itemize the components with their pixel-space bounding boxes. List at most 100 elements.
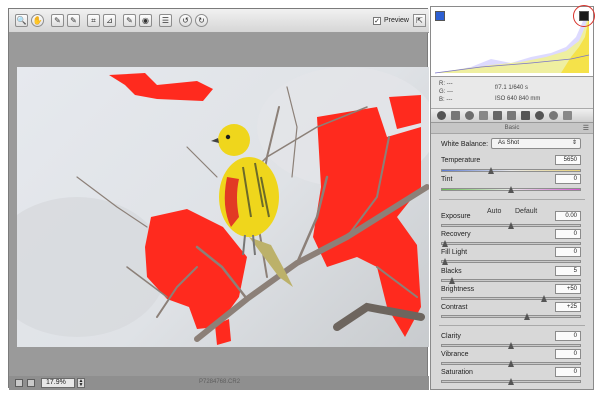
vibrance-slider[interactable] (441, 360, 581, 367)
panel-menu-icon[interactable]: ☰ (583, 124, 589, 132)
tab-lens-corrections[interactable] (507, 111, 516, 120)
default-button[interactable]: Default (515, 208, 537, 215)
zoom-tool-button[interactable]: 🔍 (15, 14, 28, 27)
statusbar: 17.9% ▲ ▼ P7284768.CR2 (9, 376, 429, 390)
preview-label: Preview (384, 17, 409, 24)
fullscreen-icon: ⇱ (416, 16, 423, 25)
white-balance-tool-button[interactable]: ✎ (51, 14, 64, 27)
clarity-slider[interactable] (441, 342, 581, 349)
recovery-field[interactable]: 0 (555, 229, 581, 239)
fullscreen-button[interactable]: ⇱ (413, 14, 426, 27)
auto-button[interactable]: Auto (487, 208, 501, 215)
temperature-field[interactable]: 5650 (555, 155, 581, 165)
recovery-slider-thumb[interactable] (442, 240, 448, 247)
tab-basic[interactable] (437, 111, 446, 120)
tab-tone-curve[interactable] (451, 111, 460, 120)
blacks-slider[interactable] (441, 277, 581, 284)
tab-presets[interactable] (549, 111, 558, 120)
contrast-slider[interactable] (441, 313, 581, 320)
fill-light-label: Fill Light (441, 249, 468, 256)
color-sampler-tool-button[interactable]: ✎ (67, 14, 80, 27)
histogram-graph (434, 13, 590, 74)
tab-detail[interactable] (465, 111, 474, 120)
color-sampler-icon: ✎ (70, 15, 77, 25)
saturation-slider-thumb[interactable] (508, 378, 514, 385)
preferences-icon: ☰ (161, 15, 170, 25)
retouch-tool-button[interactable]: ✎ (123, 14, 136, 27)
blacks-label: Blacks (441, 268, 462, 275)
clarity-field[interactable]: 0 (555, 331, 581, 341)
saturation-slider[interactable] (441, 378, 581, 385)
tab-snapshots[interactable] (563, 111, 572, 120)
zoom-level-stepper[interactable]: ▲ ▼ (77, 378, 85, 388)
clarity-label: Clarity (441, 333, 461, 340)
fill-light-field[interactable]: 0 (555, 247, 581, 257)
tint-field[interactable]: 0 (555, 174, 581, 184)
tint-label: Tint (441, 176, 453, 183)
crop-icon: ⌗ (91, 15, 96, 25)
hand-tool-button[interactable]: ✋ (31, 14, 44, 27)
saturation-field[interactable]: 0 (555, 367, 581, 377)
brightness-slider[interactable] (441, 295, 581, 302)
clarity-slider-thumb[interactable] (508, 342, 514, 349)
photo-preview[interactable] (17, 67, 429, 347)
toolbar: 🔍 ✋ ✎ ✎ ⌗ ⊿ ✎ ◉ ☰ ↺ ↻ ✓ Preview ⇱ (9, 9, 429, 33)
white-balance-select[interactable]: As Shot ⇕ (491, 138, 581, 149)
tint-slider-thumb[interactable] (508, 186, 514, 193)
panel-tabs (431, 109, 593, 123)
exposure-label: Exposure (441, 213, 471, 220)
preview-checkbox[interactable]: ✓ (373, 17, 381, 25)
pixel-readout: R: --- G: --- B: --- f/7.1 1/640 s ISO 6… (431, 77, 593, 109)
highlight-annotation-circle (573, 5, 595, 27)
tab-hsl[interactable] (479, 111, 488, 120)
preferences-button[interactable]: ☰ (159, 14, 172, 27)
contrast-field[interactable]: +25 (555, 302, 581, 312)
temperature-slider-thumb[interactable] (488, 167, 494, 174)
image-canvas-pane: 🔍 ✋ ✎ ✎ ⌗ ⊿ ✎ ◉ ☰ ↺ ↻ ✓ Preview ⇱ 17.9% … (8, 8, 429, 390)
blacks-field[interactable]: 5 (555, 266, 581, 276)
temperature-slider[interactable] (441, 167, 581, 174)
zoom-out-button[interactable] (15, 379, 23, 387)
white-balance-label: White Balance: (441, 141, 489, 148)
exposure-slider[interactable] (441, 222, 581, 229)
white-balance-icon: ✎ (54, 15, 61, 25)
shadow-clipping-warning-button[interactable] (435, 11, 445, 21)
rotate-left-button[interactable]: ↺ (179, 14, 192, 27)
zoom-level-field[interactable]: 17.9% (41, 378, 75, 388)
contrast-slider-thumb[interactable] (524, 313, 530, 320)
vibrance-label: Vibrance (441, 351, 469, 358)
brightness-label: Brightness (441, 286, 475, 293)
chevron-down-icon: ⇕ (571, 140, 577, 146)
straighten-tool-button[interactable]: ⊿ (103, 14, 116, 27)
readout-g: G: --- (439, 89, 453, 95)
section-divider (439, 199, 585, 200)
retouch-icon: ✎ (126, 15, 133, 25)
brightness-field[interactable]: +50 (555, 284, 581, 294)
camera-info-iso-focal: ISO 640 840 mm (495, 96, 541, 102)
red-eye-tool-button[interactable]: ◉ (139, 14, 152, 27)
blacks-slider-thumb[interactable] (449, 277, 455, 284)
recovery-slider[interactable] (441, 240, 581, 247)
red-eye-icon: ◉ (142, 15, 149, 25)
rotate-left-icon: ↺ (182, 15, 189, 25)
fill-light-slider-thumb[interactable] (442, 258, 448, 265)
section-divider (439, 325, 585, 326)
panel-title: Basic (504, 125, 520, 131)
tab-split-toning[interactable] (493, 111, 502, 120)
zoom-icon: 🔍 (16, 15, 27, 25)
crop-tool-button[interactable]: ⌗ (87, 14, 100, 27)
rotate-right-button[interactable]: ↻ (195, 14, 208, 27)
exposure-field[interactable]: 0.00 (555, 211, 581, 221)
fill-light-slider[interactable] (441, 258, 581, 265)
vibrance-slider-thumb[interactable] (508, 360, 514, 367)
tint-slider[interactable] (441, 186, 581, 193)
exposure-slider-thumb[interactable] (508, 222, 514, 229)
zoom-in-button[interactable] (27, 379, 35, 387)
brightness-slider-thumb[interactable] (541, 295, 547, 302)
camera-info-aperture-shutter: f/7.1 1/640 s (495, 85, 529, 91)
straighten-icon: ⊿ (106, 15, 113, 25)
tab-effects[interactable] (521, 111, 530, 120)
tab-camera-calibration[interactable] (535, 111, 544, 120)
vibrance-field[interactable]: 0 (555, 349, 581, 359)
adjustment-panel: R: --- G: --- B: --- f/7.1 1/640 s ISO 6… (430, 5, 595, 390)
